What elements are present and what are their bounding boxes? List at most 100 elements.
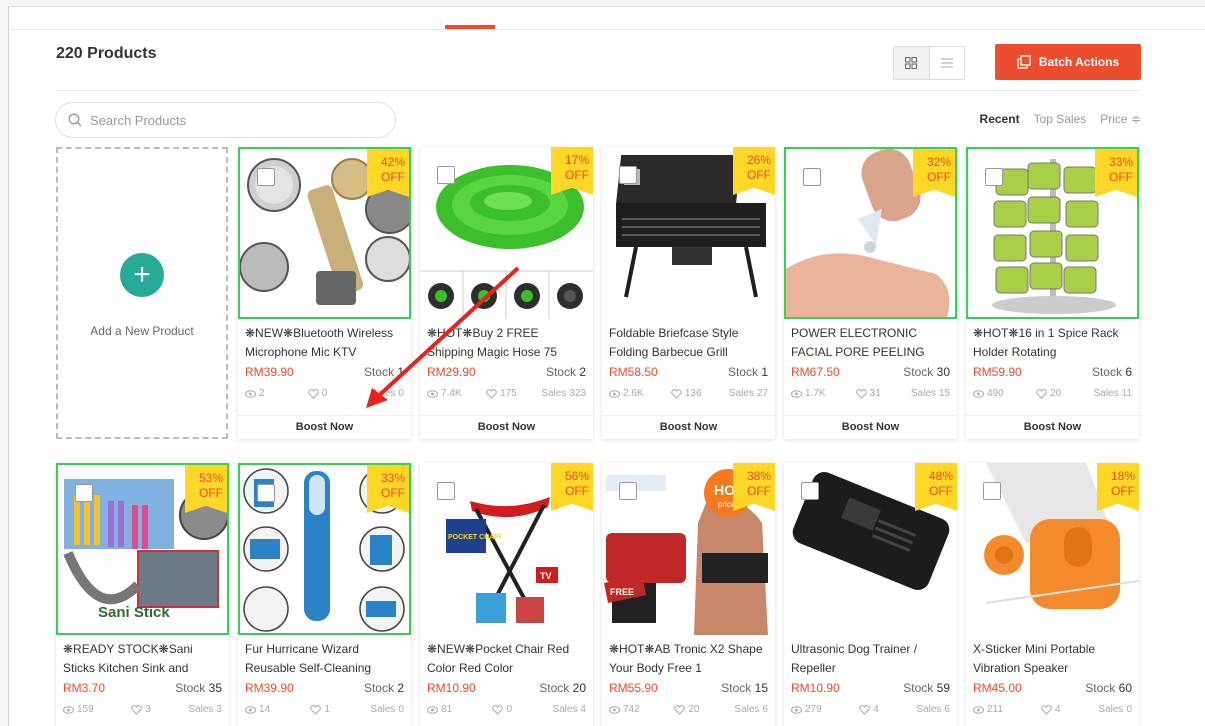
list-icon: [940, 58, 953, 68]
sort-price[interactable]: Price ≑: [1100, 112, 1141, 126]
sales-value: 6: [762, 704, 768, 715]
views-value: 742: [623, 704, 640, 715]
stock-label: Stock: [363, 365, 394, 379]
add-new-product-card[interactable]: + Add a New Product: [56, 147, 228, 439]
sales-label: Sales: [552, 704, 578, 715]
likes-value: 3: [145, 704, 151, 715]
divider: [56, 90, 1141, 91]
views-value: 490: [987, 388, 1004, 399]
views-count: 742: [609, 702, 640, 718]
product-name[interactable]: POWER ELECTRONIC FACIAL PORE PEELING: [784, 324, 957, 362]
views-value: 2: [259, 388, 265, 399]
boost-now-button[interactable]: Boost Now: [420, 415, 593, 439]
select-checkbox[interactable]: [437, 482, 455, 500]
select-checkbox[interactable]: [257, 168, 275, 186]
product-card[interactable]: 26% OFF Foldable Briefcase Style Folding …: [602, 147, 775, 439]
views-value: 279: [805, 704, 822, 715]
product-name[interactable]: ❋NEW❋Bluetooth Wireless Microphone Mic K…: [238, 324, 411, 362]
boost-now-button[interactable]: Boost Now: [784, 415, 957, 439]
boost-now-button[interactable]: Boost Now: [602, 415, 775, 439]
discount-off: OFF: [927, 170, 951, 184]
search-input[interactable]: [90, 112, 370, 128]
copy-icon: [1017, 55, 1031, 69]
select-checkbox[interactable]: [437, 166, 455, 184]
select-checkbox[interactable]: [803, 168, 821, 186]
product-price: RM39.90: [245, 681, 294, 695]
likes-count: 136: [671, 386, 702, 402]
product-price: RM29.90: [427, 365, 476, 379]
product-stock: Stock 15: [721, 678, 768, 698]
sales-value: 0: [1126, 704, 1132, 715]
discount-badge: 38% OFF: [733, 463, 775, 511]
discount-off: OFF: [381, 486, 405, 500]
product-card[interactable]: 33% OFF ❋HOT❋16 in 1 Spice Rack Holder Ro…: [966, 147, 1139, 439]
discount-value: 17%: [564, 153, 589, 167]
product-name[interactable]: Fur Hurricane Wizard Reusable Self-Clean…: [238, 640, 411, 678]
stock-label: Stock: [363, 681, 394, 695]
stock-label: Stock: [903, 681, 934, 695]
likes-value: 4: [873, 704, 879, 715]
sales-label: Sales: [916, 704, 942, 715]
list-view-button[interactable]: [930, 47, 965, 79]
discount-off: OFF: [1109, 170, 1133, 184]
sort-recent[interactable]: Recent: [980, 112, 1020, 126]
batch-actions-button[interactable]: Batch Actions: [995, 44, 1141, 80]
stock-label: Stock: [545, 365, 576, 379]
stock-label: Stock: [721, 681, 752, 695]
sales-label: Sales: [1093, 388, 1119, 399]
likes-count: 4: [859, 702, 879, 718]
select-checkbox[interactable]: [257, 484, 275, 502]
sales-value: 15: [938, 388, 950, 399]
product-card[interactable]: HOT price FREE 38% OFF ❋HOT❋AB Tronic X2 …: [602, 463, 775, 726]
sales-value: 3: [216, 704, 222, 715]
grid-icon: [905, 57, 918, 69]
select-checkbox[interactable]: [983, 482, 1001, 500]
product-card[interactable]: 17% OFF ❋HOT❋Buy 2 FREE Shipping Magic Ho…: [420, 147, 593, 439]
product-card[interactable]: POCKET CHAIR TV 56% OFF ❋NEW❋Pocket Chair…: [420, 463, 593, 726]
product-card[interactable]: 33% OFF Fur Hurricane Wizard Reusable Sel…: [238, 463, 411, 726]
discount-value: 48%: [928, 469, 953, 483]
sort-top-sales[interactable]: Top Sales: [1034, 112, 1087, 126]
sales-value: 0: [398, 388, 404, 399]
product-name[interactable]: ❋READY STOCK❋Sani Sticks Kitchen Sink an…: [56, 640, 229, 678]
product-name[interactable]: ❋NEW❋Pocket Chair Red Color Red Color: [420, 640, 593, 678]
product-card[interactable]: 48% OFF Ultrasonic Dog Trainer / Repeller…: [784, 463, 957, 726]
sales-label: Sales: [734, 704, 760, 715]
views-count: 81: [427, 702, 452, 718]
eye-icon: [973, 390, 984, 398]
boost-now-button[interactable]: Boost Now: [238, 415, 411, 439]
product-stock: Stock 1: [728, 362, 768, 382]
stock-label: Stock: [539, 681, 570, 695]
select-checkbox[interactable]: [985, 168, 1003, 186]
select-checkbox[interactable]: [801, 482, 819, 500]
product-image: Sani Stick 53% OFF: [56, 463, 229, 635]
product-name[interactable]: Foldable Briefcase Style Folding Barbecu…: [602, 324, 775, 362]
select-checkbox[interactable]: [619, 482, 637, 500]
stock-value: 1: [397, 365, 404, 379]
product-name[interactable]: Ultrasonic Dog Trainer / Repeller: [784, 640, 957, 678]
product-price: RM67.50: [791, 365, 840, 379]
product-image: 33% OFF: [238, 463, 411, 635]
eye-icon: [973, 706, 984, 714]
discount-value: 56%: [564, 469, 589, 483]
product-card[interactable]: 18% OFF X-Sticker Mini Portable Vibration…: [966, 463, 1139, 726]
select-checkbox[interactable]: [75, 484, 93, 502]
likes-count: 0: [307, 386, 327, 402]
likes-count: 3: [131, 702, 151, 718]
product-name[interactable]: ❋HOT❋Buy 2 FREE Shipping Magic Hose 75: [420, 324, 593, 362]
boost-now-button[interactable]: Boost Now: [966, 415, 1139, 439]
product-card[interactable]: Sani Stick 53% OFF ❋READY STOCK❋Sani Stic…: [56, 463, 229, 726]
sales-label: Sales: [370, 388, 396, 399]
grid-view-button[interactable]: [894, 47, 930, 79]
view-toggle: [893, 46, 965, 80]
sales-value: 11: [1121, 388, 1132, 399]
product-name[interactable]: ❋HOT❋16 in 1 Spice Rack Holder Rotating: [966, 324, 1139, 362]
product-name[interactable]: X-Sticker Mini Portable Vibration Speake…: [966, 640, 1139, 678]
select-checkbox[interactable]: [619, 166, 637, 184]
discount-badge: 48% OFF: [915, 463, 957, 511]
discount-off: OFF: [381, 170, 405, 184]
product-name[interactable]: ❋HOT❋AB Tronic X2 Shape Your Body Free 1: [602, 640, 775, 678]
product-card[interactable]: 32% OFF POWER ELECTRONIC FACIAL PORE PEEL…: [784, 147, 957, 439]
discount-off: OFF: [199, 486, 223, 500]
product-card[interactable]: 42% OFF ❋NEW❋Bluetooth Wireless Microphon…: [238, 147, 411, 439]
